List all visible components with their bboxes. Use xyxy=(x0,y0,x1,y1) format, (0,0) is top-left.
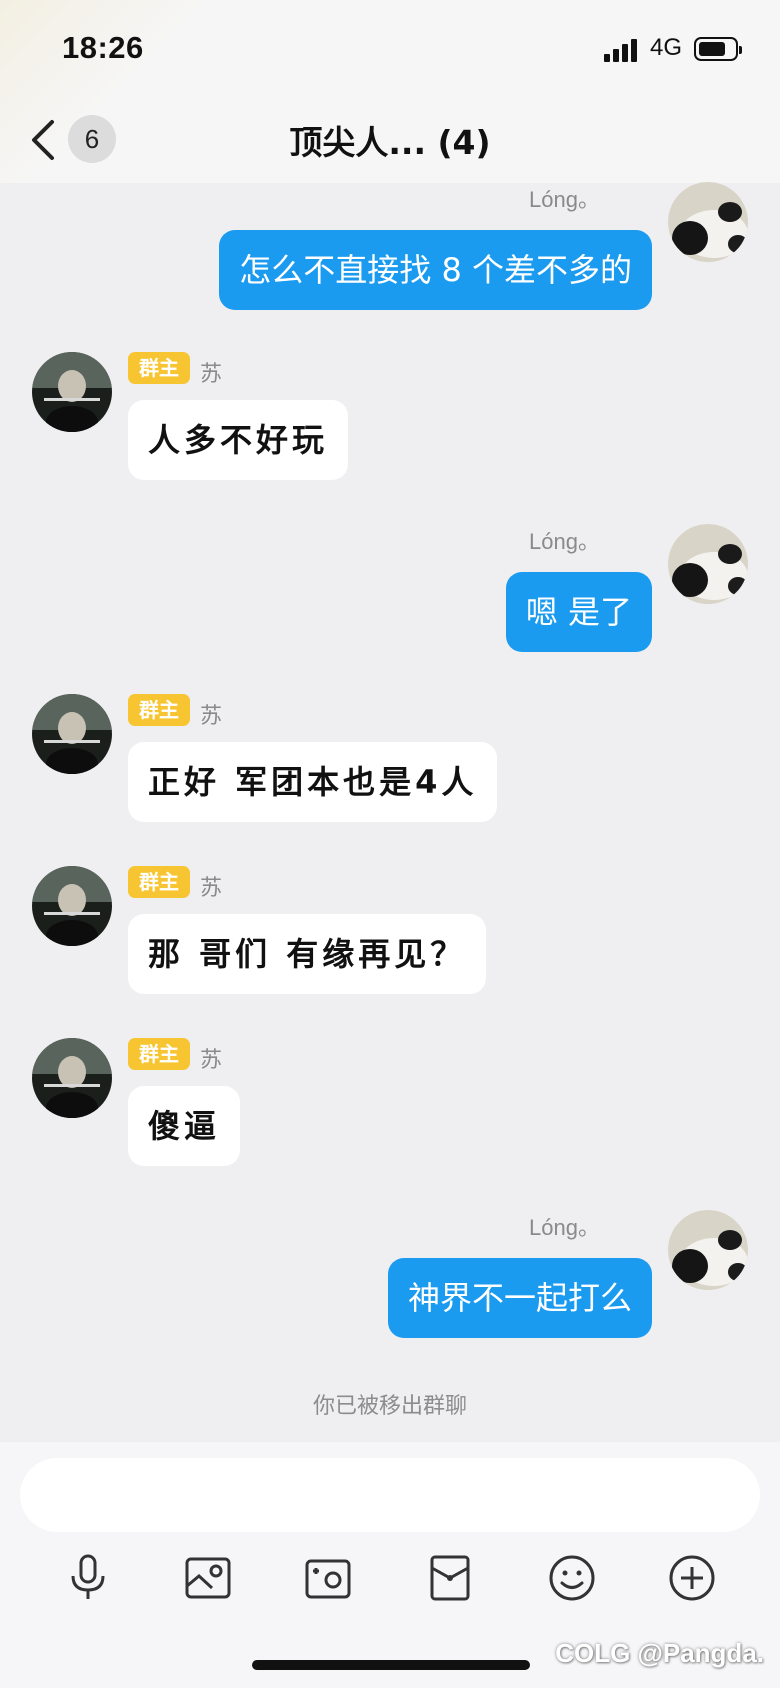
watermark: COLG @Pangda. xyxy=(555,1638,764,1668)
owner-avatar-image xyxy=(32,352,112,432)
owner-badge: 群主 xyxy=(128,352,190,384)
message-row: 群主 苏 那 哥们 有缘再见？ xyxy=(0,864,780,1004)
message-row: 群主 苏 傻逼 xyxy=(0,1036,780,1176)
battery-icon xyxy=(694,37,742,61)
unread-count-badge[interactable]: 6 xyxy=(68,115,116,163)
emoji-icon[interactable] xyxy=(546,1552,598,1604)
back-button[interactable] xyxy=(28,118,58,162)
microphone-icon[interactable] xyxy=(62,1552,114,1604)
avatar-group-owner[interactable] xyxy=(32,866,112,946)
panda-avatar-image xyxy=(668,1210,748,1290)
plus-icon[interactable] xyxy=(666,1552,718,1604)
network-label: 4G xyxy=(650,34,683,61)
chat-title[interactable]: 顶尖人... (4) xyxy=(200,116,580,164)
panda-avatar-image xyxy=(668,182,748,262)
sender-name: Lóng。 xyxy=(529,529,600,554)
owner-avatar-image xyxy=(32,866,112,946)
message-bubble-incoming[interactable]: 傻逼 xyxy=(128,1086,241,1166)
avatar-group-owner[interactable] xyxy=(32,694,112,774)
owner-badge: 群主 xyxy=(128,866,190,898)
avatar-panda[interactable] xyxy=(668,182,748,262)
owner-badge: 群主 xyxy=(128,694,190,726)
message-row: Lóng。 神界不一起打么 xyxy=(0,1208,780,1338)
message-row: 群主 苏 人多不好玩 xyxy=(0,350,780,490)
sender-name: Lóng。 xyxy=(529,187,600,212)
signal-icon xyxy=(604,38,640,62)
message-input[interactable] xyxy=(20,1458,760,1532)
system-notice: 你已被移出群聊 xyxy=(312,1394,467,1419)
owner-avatar-image xyxy=(32,1038,112,1118)
message-row: 群主 苏 正好 军团本也是4人 xyxy=(0,692,780,832)
message-bubble-incoming[interactable]: 那 哥们 有缘再见？ xyxy=(128,914,487,994)
avatar-panda[interactable] xyxy=(668,1210,748,1290)
message-bubble-outgoing[interactable]: 嗯 是了 xyxy=(505,572,652,652)
owner-badge: 群主 xyxy=(128,1038,190,1070)
home-indicator xyxy=(252,1660,530,1670)
sender-name: 苏 xyxy=(200,703,223,728)
sender-name: 苏 xyxy=(200,875,223,900)
red-packet-icon[interactable] xyxy=(424,1552,476,1604)
composer-area: COLG @Pangda. xyxy=(0,1442,780,1688)
owner-avatar-image xyxy=(32,694,112,774)
chevron-left-icon xyxy=(32,120,54,160)
sender-name: 苏 xyxy=(200,1047,223,1072)
sender-name: Lóng。 xyxy=(529,1215,600,1240)
top-bar: 18:26 4G 6 顶尖人... (4) xyxy=(0,0,780,183)
camera-icon[interactable] xyxy=(302,1552,354,1604)
message-bubble-incoming[interactable]: 正好 军团本也是4人 xyxy=(128,742,498,822)
message-bubble-outgoing[interactable]: 神界不一起打么 xyxy=(387,1258,652,1338)
image-icon[interactable] xyxy=(182,1552,234,1604)
avatar-panda[interactable] xyxy=(668,524,748,604)
sender-name: 苏 xyxy=(200,361,223,386)
status-time: 18:26 xyxy=(62,30,144,65)
avatar-group-owner[interactable] xyxy=(32,1038,112,1118)
panda-avatar-image xyxy=(668,524,748,604)
message-row: Lóng。 怎么不直接找 8 个差不多的 xyxy=(0,180,780,310)
message-bubble-incoming[interactable]: 人多不好玩 xyxy=(128,400,349,480)
avatar-group-owner[interactable] xyxy=(32,352,112,432)
message-bubble-outgoing[interactable]: 怎么不直接找 8 个差不多的 xyxy=(219,230,652,310)
message-row: Lóng。 嗯 是了 xyxy=(0,522,780,652)
